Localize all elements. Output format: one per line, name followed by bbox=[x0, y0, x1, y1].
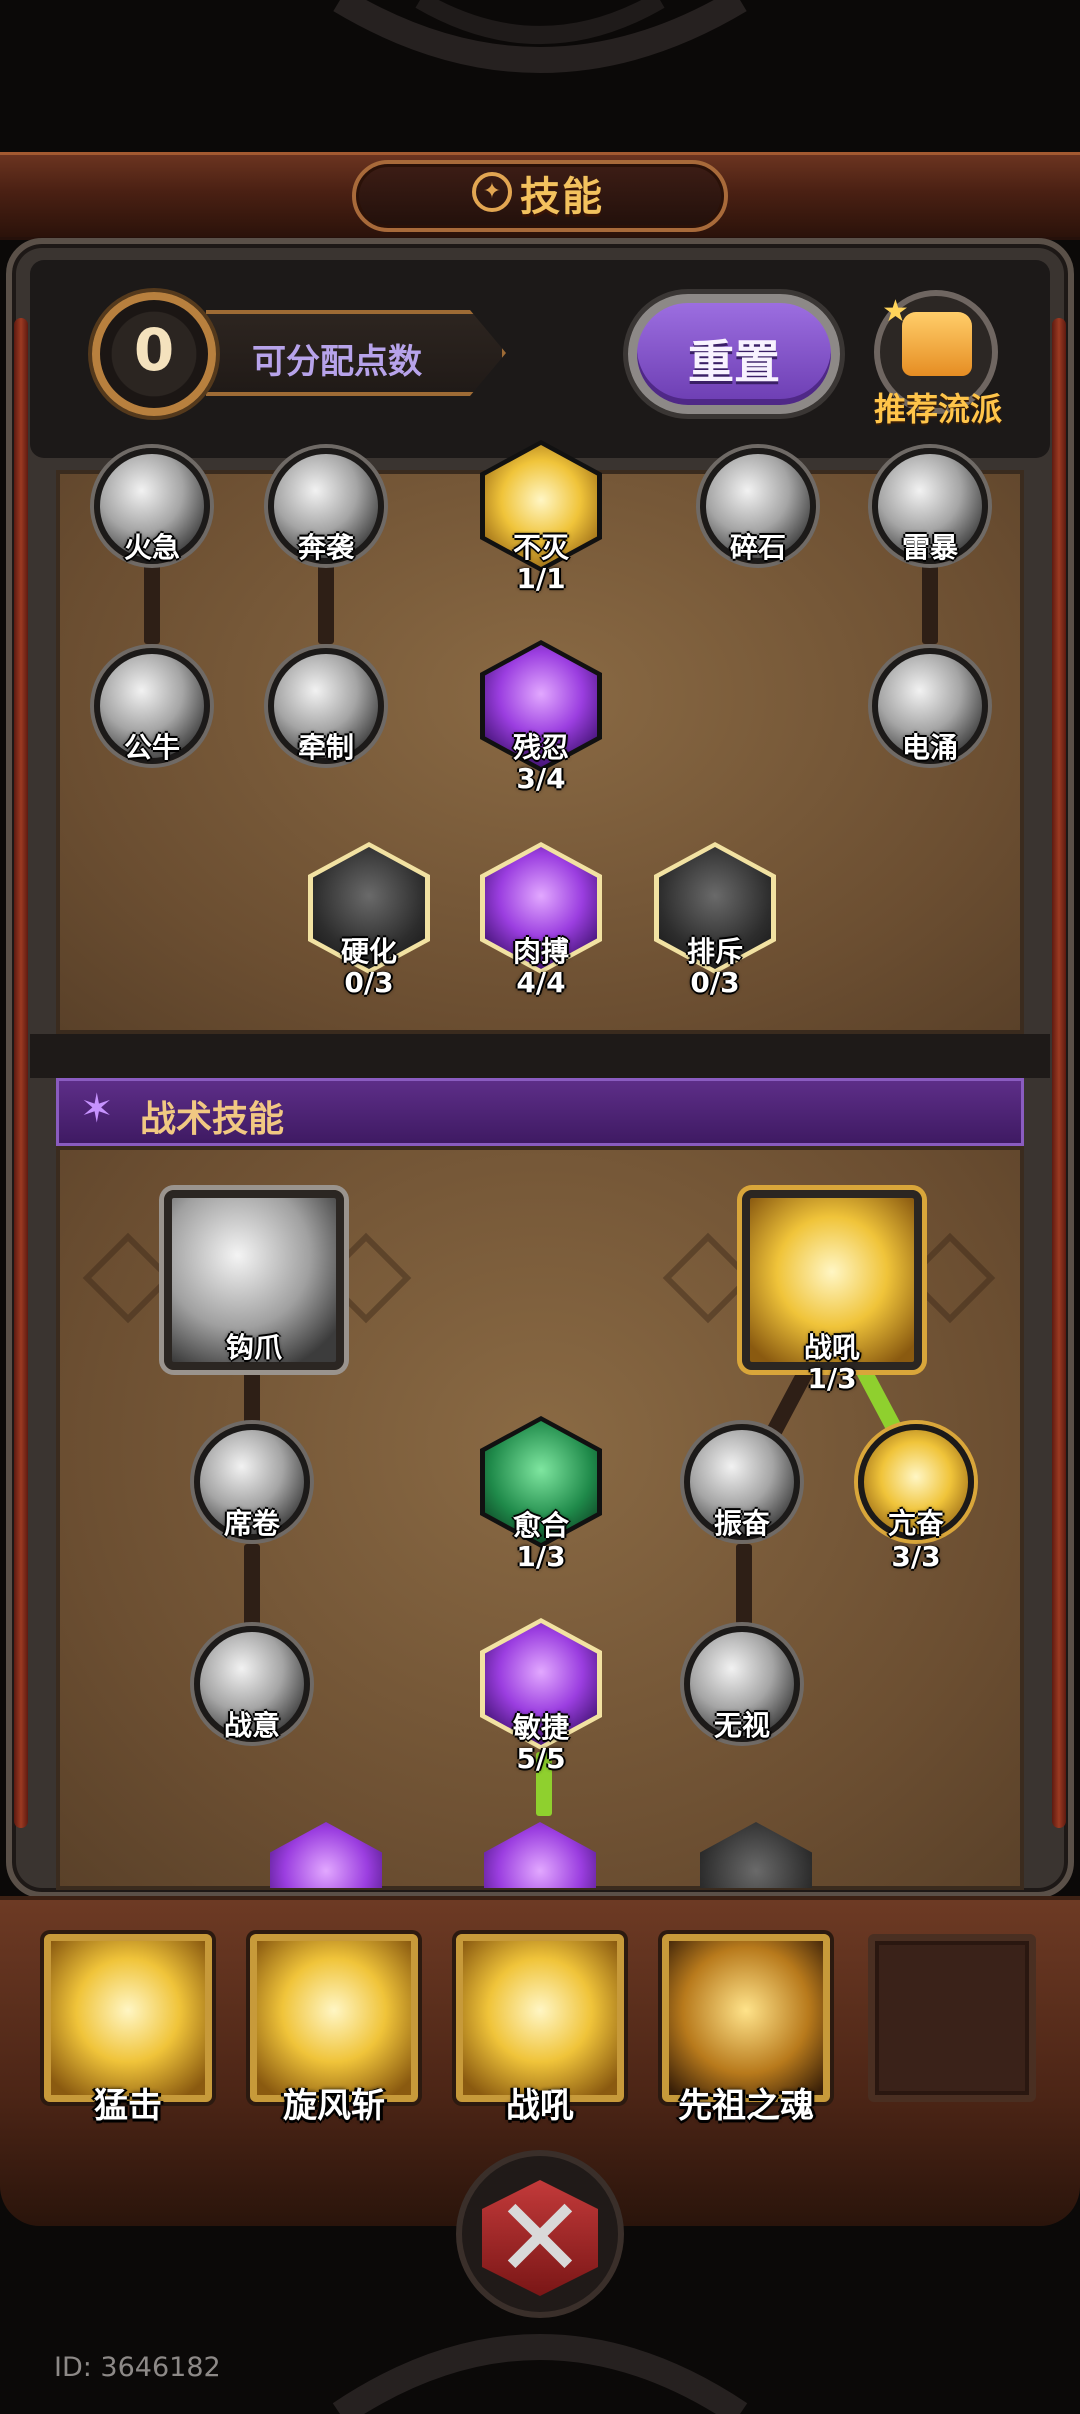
skill-node[interactable]: 公牛 bbox=[94, 648, 210, 768]
skill-node[interactable]: 排斥 0/3 bbox=[654, 842, 776, 1012]
skill-node[interactable]: 振奋 bbox=[684, 1424, 800, 1544]
recommend-label[interactable]: 推荐流派 bbox=[858, 384, 1018, 430]
skill-node[interactable]: 战意 bbox=[194, 1626, 310, 1746]
skill-name: 敏捷 bbox=[512, 1711, 569, 1744]
skill-node[interactable]: 硬化 0/3 bbox=[308, 842, 430, 1012]
active-slot-label: 旋风斩 bbox=[283, 2086, 385, 2126]
skill-name: 无视 bbox=[713, 1709, 770, 1742]
star-icon: ✶ bbox=[80, 1086, 114, 1132]
skill-level: 3/4 bbox=[516, 762, 566, 795]
skill-name: 愈合 bbox=[512, 1509, 569, 1542]
skill-node[interactable]: 钩爪 bbox=[164, 1190, 344, 1380]
skill-node[interactable]: 雷暴 bbox=[872, 448, 988, 568]
active-slot-2[interactable] bbox=[250, 1934, 418, 2102]
points-value: 0 bbox=[133, 316, 175, 384]
skill-level: 0/3 bbox=[690, 966, 740, 999]
page-title: 技能 bbox=[520, 174, 604, 220]
skill-node[interactable]: 残忍 3/4 bbox=[480, 640, 602, 810]
skill-name: 奔袭 bbox=[297, 531, 354, 564]
skill-name: 不灭 bbox=[512, 531, 569, 564]
crossed-swords-glyph[interactable]: ✕ bbox=[482, 2180, 598, 2296]
skill-screen: ✦ 技能 0 可分配点数 重置 ★ 推荐流派 火急 奔袭 不灭 1/1 碎石 雷… bbox=[0, 0, 1080, 2414]
skill-name: 牵制 bbox=[297, 731, 354, 764]
skill-name: 公牛 bbox=[123, 731, 180, 764]
skill-name: 肉搏 bbox=[512, 935, 569, 968]
skill-level: 1/3 bbox=[516, 1540, 566, 1573]
skill-name: 硬化 bbox=[340, 935, 397, 968]
skill-node-partial[interactable] bbox=[700, 1822, 812, 1888]
active-slot-label: 战吼 bbox=[506, 2086, 574, 2126]
reset-button-label[interactable]: 重置 bbox=[628, 326, 840, 392]
skill-node[interactable]: 战吼 1/3 bbox=[742, 1190, 922, 1400]
active-slot-4[interactable] bbox=[662, 1934, 830, 2102]
skill-name: 碎石 bbox=[729, 531, 786, 564]
skill-name: 战意 bbox=[223, 1709, 280, 1742]
skill-level: 1/3 bbox=[807, 1362, 857, 1395]
skill-level: 4/4 bbox=[516, 966, 566, 999]
skill-node[interactable]: 肉搏 4/4 bbox=[480, 842, 602, 1012]
skill-icon bbox=[270, 1822, 382, 1888]
tactical-title: 战术技能 bbox=[140, 1099, 285, 1140]
skill-name: 火急 bbox=[123, 531, 180, 564]
skill-name: 电涌 bbox=[901, 731, 958, 764]
skill-level: 0/3 bbox=[344, 966, 394, 999]
skill-node[interactable]: 牵制 bbox=[268, 648, 384, 768]
skill-node[interactable]: 亢奋 3/3 bbox=[858, 1424, 974, 1594]
skill-node[interactable]: 无视 bbox=[684, 1626, 800, 1746]
skill-node[interactable]: 火急 bbox=[94, 448, 210, 568]
active-slot-empty[interactable] bbox=[868, 1934, 1036, 2102]
active-slot-label: 先祖之魂 bbox=[678, 2086, 814, 2126]
left-rail bbox=[14, 318, 28, 1828]
skill-name: 钩爪 bbox=[225, 1331, 282, 1364]
tree-link bbox=[318, 560, 334, 644]
skill-name: 残忍 bbox=[512, 731, 569, 764]
skill-node[interactable]: 不灭 1/1 bbox=[480, 440, 602, 610]
right-rail bbox=[1052, 318, 1066, 1828]
skill-level: 1/1 bbox=[516, 562, 566, 595]
skill-node[interactable]: 愈合 1/3 bbox=[480, 1416, 602, 1586]
player-id: ID: 3646182 bbox=[54, 2352, 221, 2383]
skill-node-partial[interactable] bbox=[270, 1822, 382, 1888]
skill-node[interactable]: 席卷 bbox=[194, 1424, 310, 1544]
skill-name: 战吼 bbox=[803, 1331, 860, 1364]
skill-node[interactable]: 碎石 bbox=[700, 448, 816, 568]
section-divider bbox=[30, 1034, 1050, 1078]
tree-link bbox=[144, 560, 160, 644]
skill-node[interactable]: 敏捷 5/5 bbox=[480, 1618, 602, 1788]
star-icon: ★ bbox=[882, 294, 909, 329]
star-emblem-icon: ✦ bbox=[472, 172, 512, 212]
thumbs-up-icon[interactable] bbox=[902, 312, 972, 376]
points-label: 可分配点数 bbox=[252, 342, 422, 382]
skill-node[interactable]: 奔袭 bbox=[268, 448, 384, 568]
active-slot-1[interactable] bbox=[44, 1934, 212, 2102]
skill-level: 3/3 bbox=[891, 1540, 941, 1573]
skill-name: 雷暴 bbox=[901, 531, 958, 564]
tree-link bbox=[244, 1544, 260, 1636]
skill-name: 亢奋 bbox=[887, 1507, 944, 1540]
skill-icon bbox=[700, 1822, 812, 1888]
skill-node-partial[interactable] bbox=[484, 1822, 596, 1888]
skill-name: 席卷 bbox=[223, 1507, 280, 1540]
skill-level: 5/5 bbox=[516, 1742, 566, 1775]
active-slot-label: 猛击 bbox=[94, 2086, 162, 2126]
active-slot-3[interactable] bbox=[456, 1934, 624, 2102]
skill-icon bbox=[484, 1822, 596, 1888]
tree-link bbox=[736, 1544, 752, 1636]
skill-name: 排斥 bbox=[686, 935, 743, 968]
skill-name: 振奋 bbox=[713, 1507, 770, 1540]
skill-node[interactable]: 电涌 bbox=[872, 648, 988, 768]
tree-link bbox=[922, 560, 938, 644]
